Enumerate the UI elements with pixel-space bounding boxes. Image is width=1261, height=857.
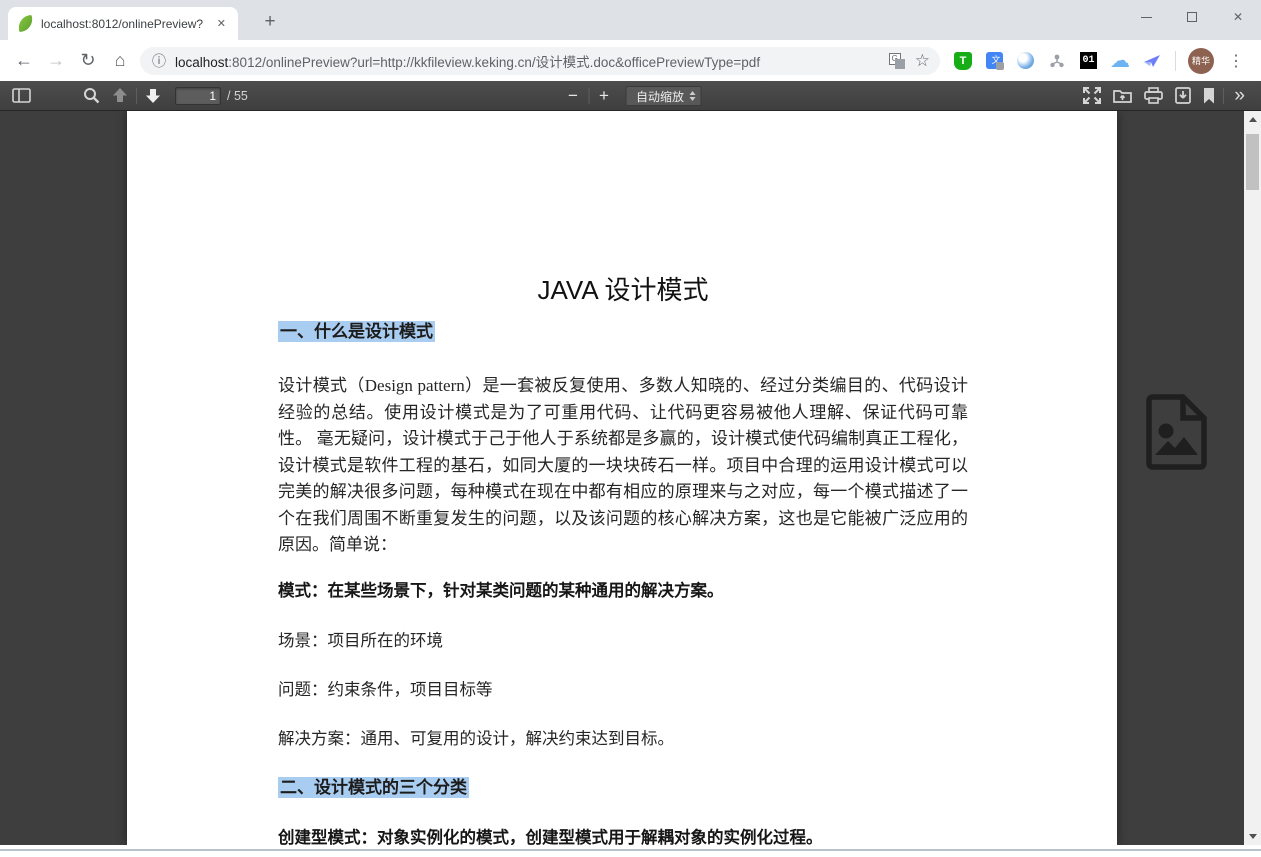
broken-image-icon xyxy=(1140,393,1213,476)
bold-definition-pattern: 模式：在某些场景下，针对某类问题的某种通用的解决方案。 xyxy=(278,578,968,605)
toolbar-separator xyxy=(136,88,137,104)
bottom-strip xyxy=(0,845,1261,857)
page-info-icon[interactable]: ⓘ xyxy=(152,51,166,71)
minimize-button[interactable] xyxy=(1123,0,1169,34)
page-down-icon xyxy=(145,88,161,103)
line-problem: 问题：约束条件，项目目标等 xyxy=(278,676,968,703)
chrome-menu-icon[interactable]: ⋮ xyxy=(1226,51,1246,71)
bookmark-button[interactable] xyxy=(1197,84,1221,108)
back-button[interactable]: ← xyxy=(8,45,40,77)
sidebar-toggle-button[interactable] xyxy=(6,84,37,108)
maximize-icon xyxy=(1187,12,1197,22)
pdf-toolbar: / 55 − + 自动缩放 xyxy=(0,81,1261,111)
section-heading-1: 一、什么是设计模式 xyxy=(278,320,968,344)
spring-leaf-favicon xyxy=(17,15,34,32)
tab-close-icon[interactable]: ✕ xyxy=(213,15,230,32)
pdf-toolbar-center: − + 自动缩放 xyxy=(560,81,701,111)
fullscreen-icon xyxy=(1083,87,1101,104)
pdf-viewer-area[interactable]: JAVA 设计模式 一、什么是设计模式 设计模式（Design pattern）… xyxy=(0,111,1261,845)
bird-glyph xyxy=(1143,53,1161,69)
pdf-page: JAVA 设计模式 一、什么是设计模式 设计模式（Design pattern）… xyxy=(127,111,1117,845)
translate-page-icon[interactable]: G xyxy=(889,53,905,69)
scrollbar-thumb[interactable] xyxy=(1246,134,1259,190)
address-bar: ← → ↻ ⌂ ⓘ localhost:8012/onlinePreview?u… xyxy=(0,40,1261,81)
zoom-out-button[interactable]: − xyxy=(560,84,586,108)
browser-tab[interactable]: localhost:8012/onlinePreview? ✕ xyxy=(8,7,238,40)
zero-one-extension-icon[interactable]: 01 xyxy=(1080,52,1097,69)
search-button[interactable] xyxy=(77,84,106,108)
url-text[interactable]: localhost:8012/onlinePreview?url=http://… xyxy=(175,51,879,71)
bird-extension-icon[interactable] xyxy=(1143,52,1161,70)
translate-extension-icon[interactable]: 文 xyxy=(986,52,1003,69)
reload-button[interactable]: ↻ xyxy=(72,45,104,77)
select-caret-icon xyxy=(689,91,695,101)
page-up-icon xyxy=(112,88,128,103)
triangle-up-icon xyxy=(1249,117,1257,122)
cloud-extension-icon[interactable]: ☁ xyxy=(1111,52,1129,70)
page-up-button[interactable] xyxy=(106,84,134,108)
print-button[interactable] xyxy=(1138,84,1169,108)
document-content: JAVA 设计模式 一、什么是设计模式 设计模式（Design pattern）… xyxy=(127,111,1117,845)
more-tools-button[interactable]: » xyxy=(1226,86,1253,106)
highlighted-text: 二、设计模式的三个分类 xyxy=(278,777,469,798)
pdf-toolbar-right: » xyxy=(1077,84,1261,108)
triangle-down-icon xyxy=(1249,834,1257,839)
zoom-level-select[interactable]: 自动缩放 xyxy=(625,86,701,106)
bookmark-star-icon[interactable]: ☆ xyxy=(915,51,930,71)
bold-creational-pattern: 创建型模式：对象实例化的模式，创建型模式用于解耦对象的实例化过程。 xyxy=(278,825,968,846)
document-title: JAVA 设计模式 xyxy=(278,273,968,307)
highlighted-text: 一、什么是设计模式 xyxy=(278,321,435,342)
omnibox[interactable]: ⓘ localhost:8012/onlinePreview?url=http:… xyxy=(140,47,940,75)
home-button[interactable]: ⌂ xyxy=(104,45,136,77)
download-icon xyxy=(1175,87,1191,104)
print-icon xyxy=(1144,87,1163,104)
vertical-scrollbar[interactable] xyxy=(1244,111,1261,845)
maximize-button[interactable] xyxy=(1169,0,1215,34)
toolbar-divider xyxy=(1175,51,1176,71)
section-heading-2: 二、设计模式的三个分类 xyxy=(278,776,968,800)
swirl-extension-icon[interactable] xyxy=(1017,52,1034,69)
forward-button[interactable]: → xyxy=(40,45,72,77)
paragraph: 设计模式（Design pattern）是一套被反复使用、多数人知晓的、经过分类… xyxy=(278,373,968,559)
scroll-down-arrow[interactable] xyxy=(1244,828,1261,845)
pdf-toolbar-left: / 55 xyxy=(0,84,248,108)
tampermonkey-extension-icon[interactable]: T xyxy=(954,52,972,70)
sidebar-toggle-icon xyxy=(12,88,31,103)
browser-window: localhost:8012/onlinePreview? ✕ + ✕ ← → … xyxy=(0,0,1261,857)
extensions-row: T 文 01 ☁ xyxy=(954,52,1161,70)
bookmark-icon xyxy=(1203,88,1215,104)
profile-avatar[interactable]: 精华 xyxy=(1188,48,1214,74)
minimize-icon xyxy=(1141,17,1152,18)
line-solution: 解决方案：通用、可复用的设计，解决约束达到目标。 xyxy=(278,725,968,752)
toolbar-separator xyxy=(1223,88,1224,104)
window-controls: ✕ xyxy=(1123,0,1261,34)
image-placeholder-glyph xyxy=(1140,393,1213,471)
zoom-in-button[interactable]: + xyxy=(591,84,617,108)
zoom-level-value: 自动缩放 xyxy=(631,88,689,105)
search-icon xyxy=(83,87,100,104)
line-scene: 场景：项目所在的环境 xyxy=(278,627,968,654)
page-number-input[interactable] xyxy=(175,87,221,105)
scroll-up-arrow[interactable] xyxy=(1244,111,1261,128)
open-file-icon xyxy=(1113,88,1132,104)
bottom-rule xyxy=(0,849,1261,851)
translate-badge-corner xyxy=(895,59,905,69)
close-button[interactable]: ✕ xyxy=(1215,0,1261,34)
new-tab-button[interactable]: + xyxy=(256,9,284,37)
toolbar-separator xyxy=(588,88,589,104)
tab-strip: localhost:8012/onlinePreview? ✕ + ✕ xyxy=(0,0,1261,40)
tab-title: localhost:8012/onlinePreview? xyxy=(41,17,213,31)
sitemap-extension-icon[interactable] xyxy=(1048,52,1066,70)
page-down-button[interactable] xyxy=(139,84,167,108)
page-count-label: / 55 xyxy=(227,89,248,103)
open-file-button[interactable] xyxy=(1107,84,1138,108)
url-host: localhost xyxy=(175,55,228,70)
presentation-mode-button[interactable] xyxy=(1077,84,1107,108)
sitemap-glyph xyxy=(1049,53,1065,69)
download-button[interactable] xyxy=(1169,84,1197,108)
url-path: :8012/onlinePreview?url=http://kkfilevie… xyxy=(228,55,760,70)
